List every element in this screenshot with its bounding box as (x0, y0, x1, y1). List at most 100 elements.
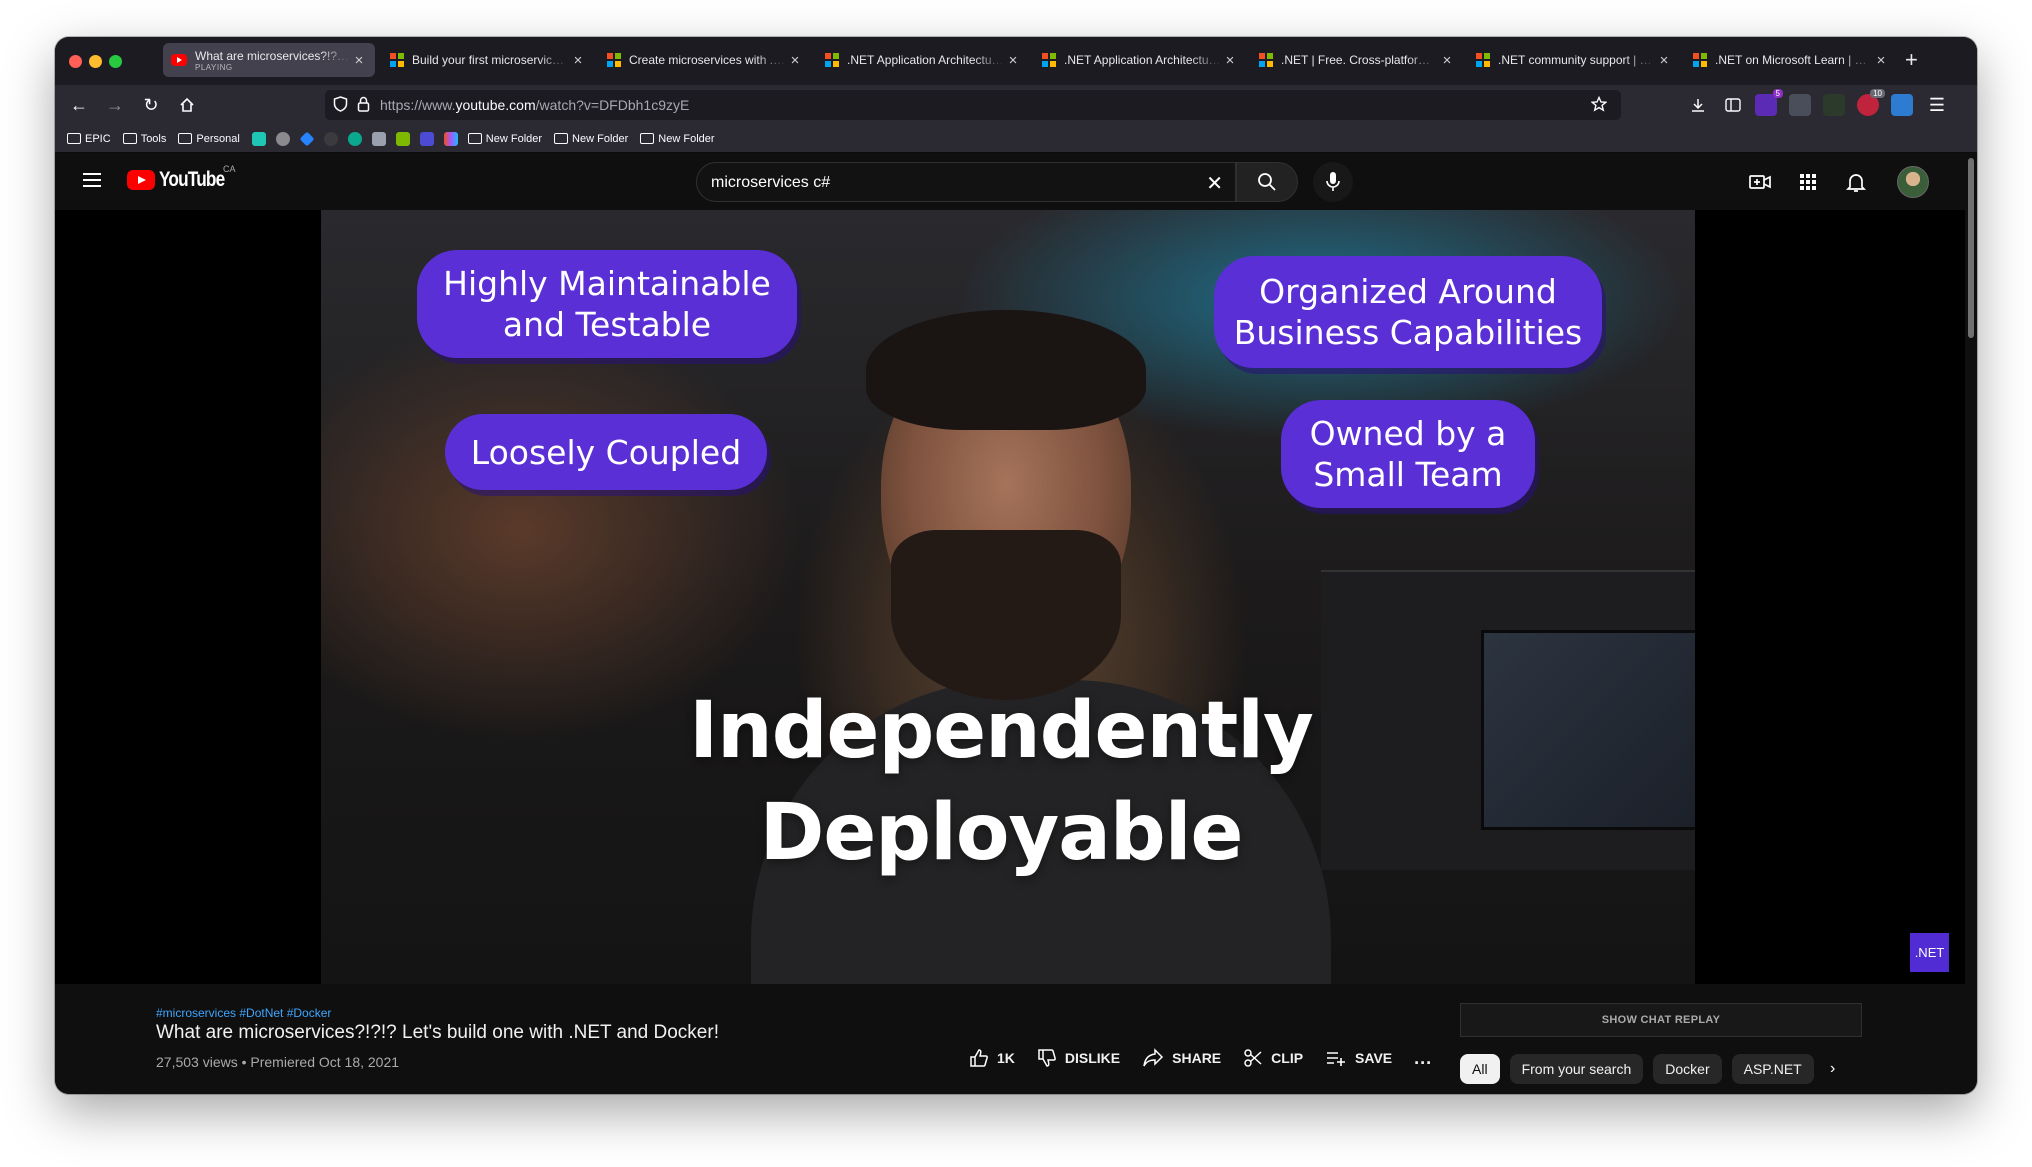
country-code: CA (223, 164, 236, 174)
apple-icon[interactable] (275, 131, 290, 146)
close-tab-icon[interactable]: × (1222, 52, 1238, 69)
minimize-window-button[interactable] (89, 55, 102, 68)
youtube-logo-icon[interactable] (127, 170, 155, 190)
download-icon[interactable] (1686, 93, 1710, 117)
tab-net-architecture-1[interactable]: .NET Application Architecture Guides × (817, 43, 1029, 77)
video-frame[interactable]: Highly Maintainable and Testable Loosely … (321, 210, 1695, 984)
extension-icon[interactable] (1789, 94, 1811, 116)
close-tab-icon[interactable]: × (1873, 52, 1889, 69)
address-bar[interactable]: https://www.youtube.com/watch?v=DFDbh1c9… (325, 90, 1621, 120)
microsoft-icon (607, 53, 621, 67)
close-tab-icon[interactable]: × (787, 52, 803, 69)
tab-strip: What are microservices?!?!? Let's build … (55, 37, 1977, 85)
microsoft-icon (1042, 53, 1056, 67)
save-playlist-icon (1327, 1052, 1346, 1066)
bookmark-new-folder-3[interactable]: New Folder (640, 133, 715, 145)
new-tab-button[interactable]: + (1905, 47, 1918, 73)
video-title: What are microservices?!?!? Let's build … (156, 1022, 719, 1043)
close-tab-icon[interactable]: × (351, 52, 367, 69)
extension-icon[interactable]: 5 (1755, 89, 1783, 116)
sidebar-icon[interactable] (1721, 93, 1745, 117)
bookmark-site-icon[interactable] (371, 131, 386, 146)
forward-arrow-icon[interactable]: → (103, 93, 127, 117)
dislike-label: DISLIKE (1064, 1050, 1121, 1066)
shield-icon[interactable] (333, 96, 348, 116)
bookmark-new-folder-2[interactable]: New Folder (554, 133, 628, 145)
dislike-button[interactable]: DISLIKE (1037, 1048, 1120, 1068)
back-arrow-icon[interactable]: ← (67, 93, 91, 117)
tab-youtube-video[interactable]: What are microservices?!?!? Let's build … (163, 43, 375, 77)
bookmark-site-icon[interactable] (395, 131, 410, 146)
github-icon[interactable] (323, 131, 338, 146)
folder-icon (554, 133, 569, 144)
close-tab-icon[interactable]: × (570, 52, 586, 69)
tab-label: Build your first microservice with .NET (412, 53, 570, 67)
bookmark-site-icon[interactable] (419, 131, 434, 146)
tab-net-architecture-2[interactable]: .NET Application Architecture Guides × (1034, 43, 1246, 77)
create-video-icon[interactable] (1748, 170, 1772, 194)
share-button[interactable]: SHARE (1142, 1048, 1221, 1068)
video-hashtags[interactable]: #microservices #DotNet #Docker (156, 1006, 331, 1020)
url-text[interactable]: https://www.youtube.com/watch?v=DFDbh1c9… (380, 97, 689, 113)
dotnet-watermark[interactable]: .NET (1910, 933, 1949, 972)
menu-icon[interactable]: ☰ (1925, 93, 1949, 117)
show-chat-replay-button[interactable]: SHOW CHAT REPLAY (1460, 1003, 1862, 1037)
tab-label: .NET | Free. Cross-platform. Open Source… (1281, 53, 1439, 67)
close-tab-icon[interactable]: × (1656, 52, 1672, 69)
tab-net-free[interactable]: .NET | Free. Cross-platform. Open Source… (1251, 43, 1463, 77)
tab-net-learn[interactable]: .NET on Microsoft Learn | Microsoft × (1685, 43, 1897, 77)
callout-loosely-coupled: Loosely Coupled (445, 414, 767, 490)
close-tab-icon[interactable]: × (1439, 52, 1455, 69)
bookmark-personal[interactable]: Personal (178, 133, 240, 145)
chip-docker[interactable]: Docker (1653, 1054, 1722, 1084)
youtube-logo-text[interactable]: YouTube (159, 168, 225, 192)
scrollbar-thumb[interactable] (1968, 158, 1974, 338)
chip-from-your-search[interactable]: From your search (1509, 1054, 1644, 1084)
tab-label: .NET Application Architecture Guides (1064, 53, 1222, 67)
search-button[interactable] (1236, 162, 1298, 202)
extension-icon[interactable]: 10 (1857, 89, 1885, 116)
chevron-right-icon[interactable]: › (1830, 1060, 1835, 1078)
tab-build-microservice[interactable]: Build your first microservice with .NET … (382, 43, 594, 77)
browser-window: What are microservices?!?!? Let's build … (55, 37, 1977, 1094)
figma-icon[interactable] (443, 131, 458, 146)
bookmark-site-icon[interactable] (251, 131, 266, 146)
chip-all[interactable]: All (1460, 1054, 1500, 1084)
callout-maintainable: Highly Maintainable and Testable (417, 250, 797, 358)
reload-icon[interactable]: ↻ (139, 93, 163, 117)
bookmark-site-icon[interactable] (347, 131, 362, 146)
bookmark-star-icon[interactable] (1590, 95, 1608, 116)
apps-grid-icon[interactable] (1796, 170, 1820, 194)
tab-label: .NET Application Architecture Guides (847, 53, 1005, 67)
search-input[interactable]: microservices c# ✕ (696, 162, 1236, 202)
extension-icon[interactable] (1891, 94, 1913, 116)
tab-create-microservices[interactable]: Create microservices with .NET and ASP.N… (599, 43, 811, 77)
lock-icon[interactable] (357, 96, 370, 116)
clip-button[interactable]: CLIP (1243, 1048, 1303, 1068)
hamburger-menu-icon[interactable] (83, 173, 101, 187)
maximize-window-button[interactable] (109, 55, 122, 68)
chip-aspnet[interactable]: ASP.NET (1731, 1054, 1814, 1084)
bookmarks-bar: EPIC Tools Personal New Folder New Folde… (55, 125, 1977, 153)
close-tab-icon[interactable]: × (1005, 52, 1021, 69)
save-button[interactable]: SAVE (1325, 1048, 1392, 1068)
bookmark-new-folder-1[interactable]: New Folder (467, 133, 542, 145)
clear-search-icon[interactable]: ✕ (1206, 171, 1223, 196)
video-player[interactable]: Highly Maintainable and Testable Loosely … (55, 210, 1965, 984)
callout-business-capabilities: Organized Around Business Capabilities (1214, 256, 1602, 368)
more-actions-icon[interactable]: ... (1414, 1048, 1432, 1069)
youtube-icon (171, 54, 187, 66)
voice-search-button[interactable] (1313, 162, 1353, 202)
home-icon[interactable] (175, 93, 199, 117)
notifications-bell-icon[interactable] (1844, 170, 1868, 194)
tab-net-community[interactable]: .NET community support | Microsoft × (1468, 43, 1680, 77)
bookmark-tools[interactable]: Tools (122, 133, 166, 145)
bookmark-epic[interactable]: EPIC (67, 133, 111, 145)
jira-icon[interactable] (299, 131, 315, 146)
close-window-button[interactable] (69, 55, 82, 68)
account-avatar[interactable] (1897, 166, 1929, 198)
page-scrollbar[interactable] (1965, 154, 1977, 1094)
search-query[interactable]: microservices c# (711, 174, 830, 192)
like-button[interactable]: 1K (969, 1048, 1015, 1068)
extension-icon[interactable] (1823, 94, 1845, 116)
